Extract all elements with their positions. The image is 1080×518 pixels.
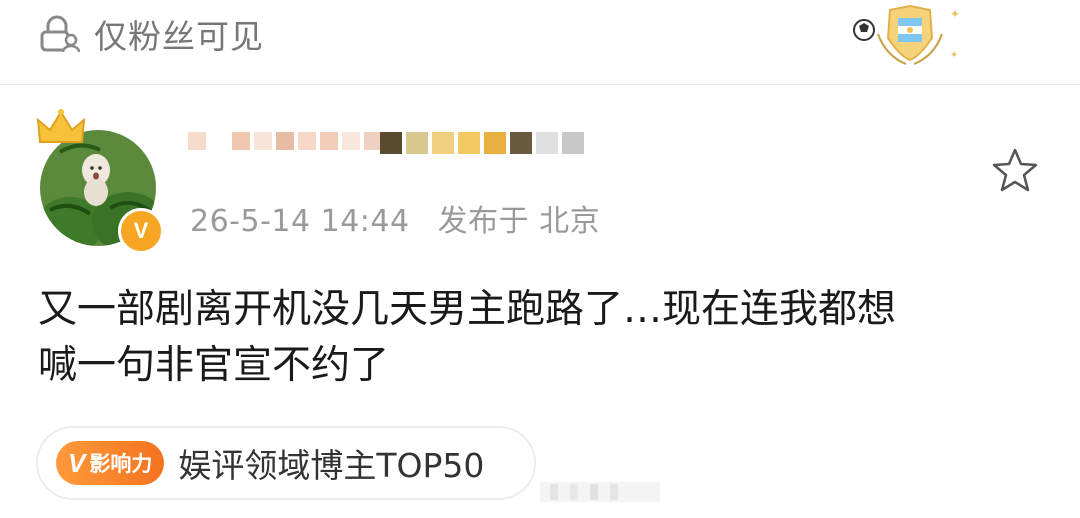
top-bar: 仅粉丝可见 ✦ ✦ bbox=[0, 0, 1080, 85]
faded-watermark bbox=[540, 482, 660, 502]
visibility-indicator: 仅粉丝可见 bbox=[38, 12, 264, 56]
post-timestamp: 26-5-14 14:44 bbox=[190, 204, 410, 239]
post-content-line-2: 喊一句非官宣不约了 bbox=[38, 343, 390, 388]
influence-badge: V 影响力 bbox=[56, 441, 165, 485]
user-badges-redacted bbox=[380, 132, 584, 154]
post-content: 又一部剧离开机没几天男主跑路了…现在连我都想 喊一句非官宣不约了 bbox=[38, 282, 1048, 394]
lock-person-icon bbox=[40, 15, 80, 53]
crown-icon bbox=[36, 109, 86, 143]
svg-text:✦: ✦ bbox=[950, 7, 960, 21]
svg-text:✦: ✦ bbox=[950, 50, 958, 61]
verified-badge: V bbox=[118, 208, 164, 254]
username-redacted[interactable] bbox=[188, 132, 382, 150]
favorite-star-icon[interactable] bbox=[990, 146, 1040, 196]
influence-v-mark: V bbox=[68, 447, 86, 478]
fan-badge-decoration: ✦ ✦ bbox=[853, 4, 960, 65]
user-avatar[interactable]: V bbox=[34, 108, 164, 254]
influence-badge-label: 影响力 bbox=[89, 452, 153, 476]
post-meta: 26-5-14 14:44 发布于 北京 bbox=[190, 196, 600, 240]
visibility-label: 仅粉丝可见 bbox=[94, 17, 264, 56]
post-content-line-1: 又一部剧离开机没几天男主跑路了…现在连我都想 bbox=[38, 287, 897, 332]
post-location: 发布于 北京 bbox=[437, 204, 601, 239]
influence-rank-text: 娱评领域博主TOP50 bbox=[178, 446, 485, 485]
influence-chip[interactable]: V 影响力 娱评领域博主TOP50 bbox=[36, 426, 536, 500]
